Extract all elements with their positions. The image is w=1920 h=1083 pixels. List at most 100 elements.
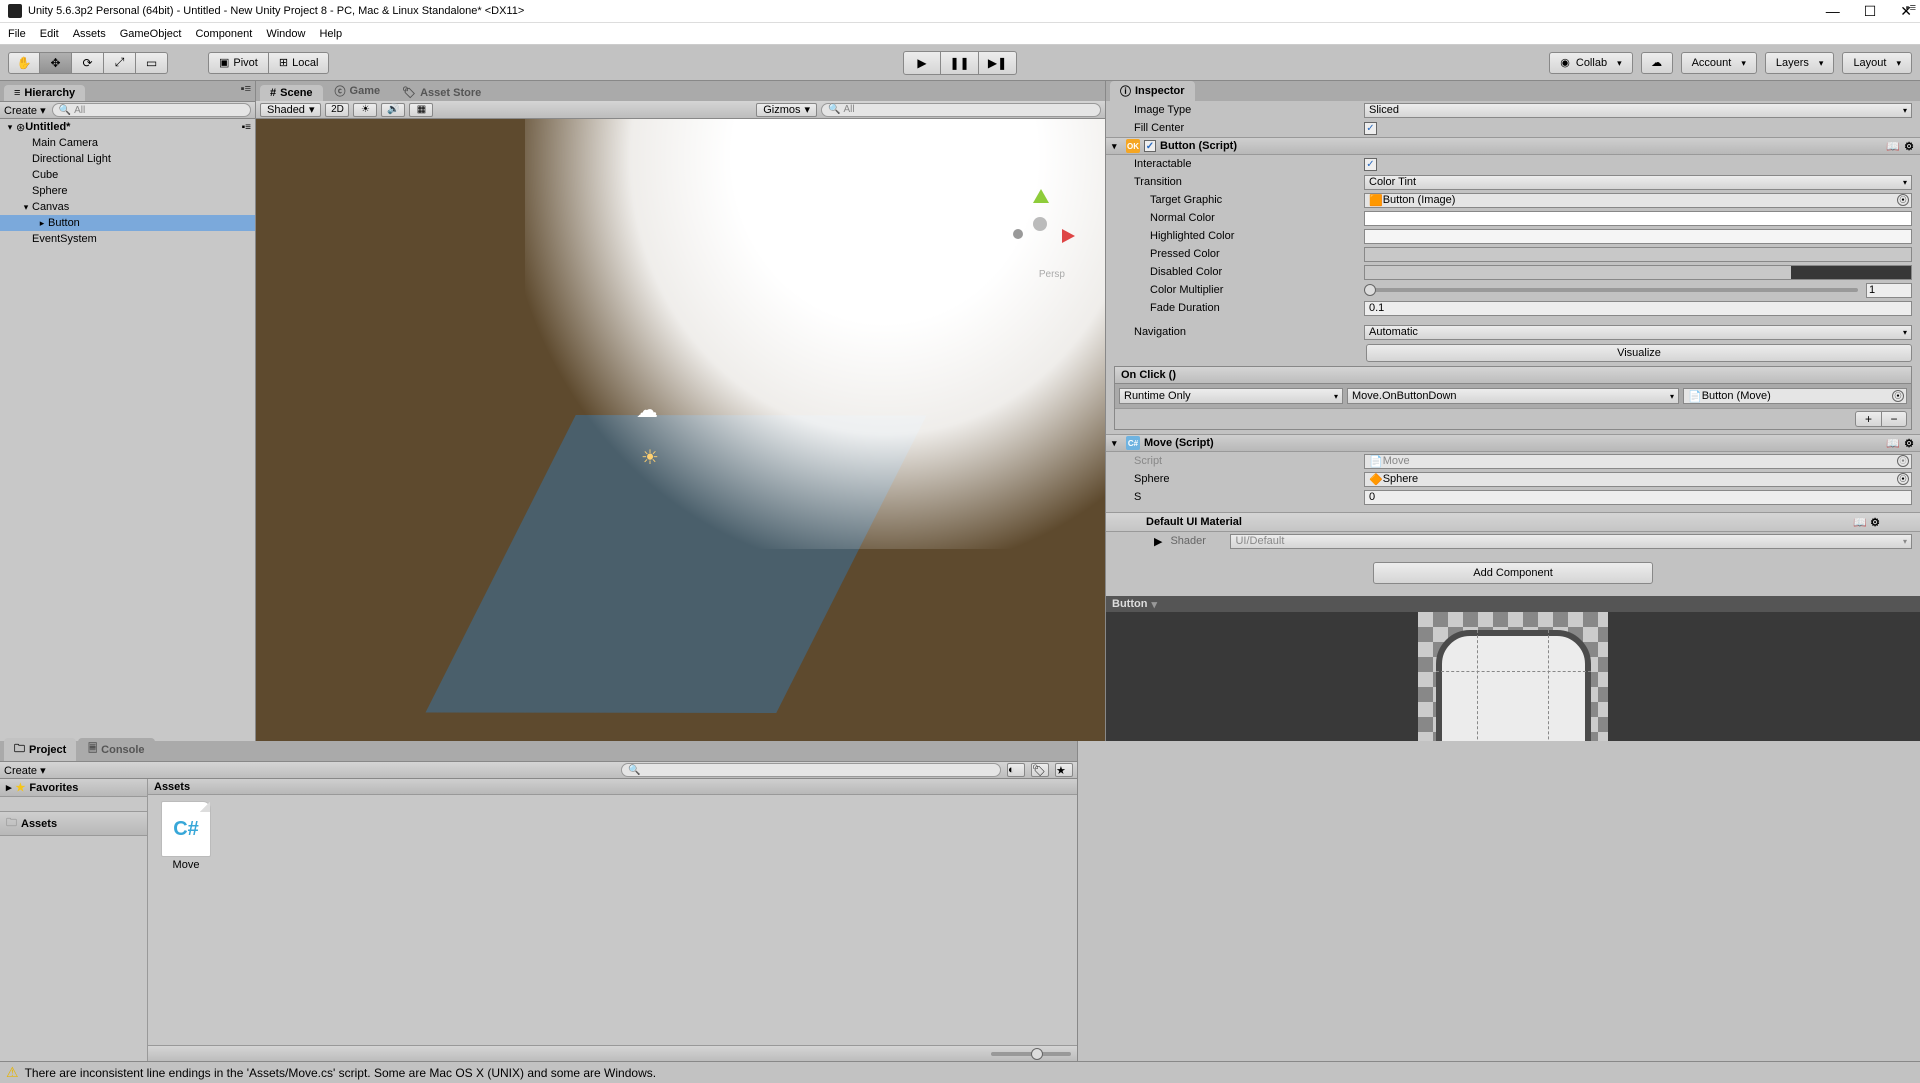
hierarchy-tab[interactable]: ≡ Hierarchy (4, 85, 85, 101)
scene-lighting-toggle[interactable]: ☀ (353, 103, 377, 117)
onclick-object-field[interactable]: 📄 Button (Move)⦿ (1683, 388, 1907, 404)
pivot-button[interactable]: ▣ Pivot (208, 52, 268, 74)
local-button[interactable]: ⊞ Local (268, 52, 330, 74)
material-header[interactable]: Default UI Material 📖 ⚙ (1106, 512, 1920, 532)
gizmo-x-axis-icon (1062, 229, 1075, 243)
component-gear-icon[interactable]: ⚙ (1904, 437, 1914, 450)
normal-color-field[interactable]: ✎ (1364, 211, 1912, 226)
project-zoom-slider[interactable] (991, 1052, 1071, 1056)
fade-duration-input[interactable] (1364, 301, 1912, 316)
move-tool-button[interactable]: ✥ (40, 52, 72, 74)
panel-options-icon[interactable]: ▪≡ (1906, 2, 1916, 14)
project-tab[interactable]: 🗀 Project (4, 738, 76, 761)
menu-file[interactable]: File (8, 28, 26, 40)
button-script-header[interactable]: ▾OK✓ Button (Script) 📖 ⚙ (1106, 137, 1920, 155)
inspector-tab[interactable]: ⓘ Inspector (1110, 81, 1195, 101)
disabled-color-field[interactable]: ✎ (1364, 265, 1912, 280)
project-search-input[interactable]: 🔍 (621, 763, 1001, 777)
hierarchy-item-directional-light[interactable]: Directional Light (0, 151, 255, 167)
scene-gizmos-dropdown[interactable]: Gizmos ▾ (756, 103, 817, 117)
visualize-button[interactable]: Visualize (1366, 344, 1912, 362)
menu-edit[interactable]: Edit (40, 28, 59, 40)
preview-header[interactable]: Button ▾ (1106, 596, 1920, 612)
target-graphic-field[interactable]: 🟧 Button (Image)⦿ (1364, 193, 1912, 208)
image-type-dropdown[interactable]: Sliced (1364, 103, 1912, 118)
project-create-dropdown[interactable]: Create ▾ (4, 764, 46, 777)
collab-dropdown[interactable]: ◉ Collab (1549, 52, 1632, 74)
highlighted-color-field[interactable]: ✎ (1364, 229, 1912, 244)
game-tab[interactable]: ⓒ Game (325, 81, 391, 101)
material-fold-icon[interactable]: ▶ (1154, 535, 1162, 548)
favorites-header[interactable]: ▸★Favorites (0, 779, 147, 797)
rect-tool-button[interactable]: ▭ (136, 52, 168, 74)
transition-dropdown[interactable]: Color Tint (1364, 175, 1912, 190)
rotate-tool-button[interactable]: ⟳ (72, 52, 104, 74)
menu-assets[interactable]: Assets (73, 28, 106, 40)
layers-dropdown[interactable]: Layers (1765, 52, 1835, 74)
hierarchy-list: ▾⊛ Untitled*▪≡ Main Camera Directional L… (0, 119, 255, 741)
console-tab[interactable]: 🗏 Console (78, 738, 154, 761)
color-multiplier-input[interactable] (1866, 283, 1912, 298)
add-component-button[interactable]: Add Component (1373, 562, 1653, 584)
component-help-icon[interactable]: 📖 (1886, 437, 1900, 450)
scene-2d-toggle[interactable]: 2D (325, 103, 349, 117)
minimize-button[interactable]: — (1826, 3, 1840, 20)
onclick-mode-dropdown[interactable]: Runtime Only (1119, 388, 1343, 404)
step-button[interactable]: ▶❚ (979, 51, 1017, 75)
hierarchy-scene-item[interactable]: ▾⊛ Untitled*▪≡ (0, 119, 255, 135)
asset-store-tab[interactable]: 🏷 Asset Store (392, 84, 491, 101)
move-script-header[interactable]: ▾C# Move (Script) 📖 ⚙ (1106, 434, 1920, 452)
hierarchy-search-input[interactable]: 🔍All (52, 103, 251, 117)
interactable-checkbox[interactable]: ✓ (1364, 158, 1377, 171)
navigation-dropdown[interactable]: Automatic (1364, 325, 1912, 340)
scene-search-input[interactable]: 🔍All (821, 103, 1101, 117)
assets-folder[interactable]: 🗀Assets (0, 811, 147, 836)
onclick-remove-button[interactable]: − (1881, 411, 1907, 427)
project-item-move[interactable]: C# Move (154, 801, 218, 871)
hierarchy-item-button[interactable]: ▸Button (0, 215, 255, 231)
onclick-add-button[interactable]: + (1855, 411, 1881, 427)
s-field-input[interactable] (1364, 490, 1912, 505)
pressed-color-field[interactable]: ✎ (1364, 247, 1912, 262)
scene-view[interactable]: ☁ ☀ Persp (256, 119, 1105, 741)
fill-center-checkbox[interactable]: ✓ (1364, 122, 1377, 135)
script-field: 📄 Move⦿ (1364, 454, 1912, 469)
hierarchy-item-sphere[interactable]: Sphere (0, 183, 255, 199)
account-dropdown[interactable]: Account (1681, 52, 1757, 74)
filter-type-icon[interactable]: 🏷 (1031, 763, 1049, 777)
color-multiplier-slider[interactable] (1364, 288, 1858, 292)
project-zoom-slider-bar (148, 1045, 1077, 1061)
scene-orientation-gizmo[interactable] (1005, 189, 1075, 259)
hierarchy-item-cube[interactable]: Cube (0, 167, 255, 183)
pause-button[interactable]: ❚❚ (941, 51, 979, 75)
filter-asset-icon[interactable]: ◐ (1007, 763, 1025, 777)
hierarchy-item-canvas[interactable]: ▾Canvas (0, 199, 255, 215)
hierarchy-item-main-camera[interactable]: Main Camera (0, 135, 255, 151)
scale-tool-button[interactable]: ⤢ (104, 52, 136, 74)
onclick-function-dropdown[interactable]: Move.OnButtonDown (1347, 388, 1679, 404)
play-button[interactable]: ▶ (903, 51, 941, 75)
hierarchy-create-dropdown[interactable]: Create ▾ (4, 104, 46, 117)
filter-save-icon[interactable]: ★ (1055, 763, 1073, 777)
shader-dropdown[interactable]: UI/Default (1230, 534, 1912, 549)
menu-help[interactable]: Help (319, 28, 342, 40)
menu-window[interactable]: Window (266, 28, 305, 40)
scene-shaded-dropdown[interactable]: Shaded ▾ (260, 103, 321, 117)
panel-options-icon[interactable]: ▪≡ (241, 83, 251, 95)
menu-gameobject[interactable]: GameObject (120, 28, 182, 40)
menu-component[interactable]: Component (195, 28, 252, 40)
scene-tab[interactable]: # Scene (260, 85, 323, 101)
sphere-field[interactable]: 🔶 Sphere⦿ (1364, 472, 1912, 487)
component-gear-icon[interactable]: ⚙ (1904, 140, 1914, 153)
hand-tool-button[interactable]: ✋ (8, 52, 40, 74)
component-help-icon[interactable]: 📖 (1886, 140, 1900, 153)
project-path-bar[interactable]: Assets (148, 779, 1077, 795)
scene-area: # Scene ⓒ Game 🏷 Asset Store Shaded ▾ 2D… (256, 81, 1105, 741)
maximize-button[interactable]: ☐ (1864, 3, 1877, 20)
pivot-local-toggle: ▣ Pivot ⊞ Local (208, 52, 329, 74)
scene-audio-toggle[interactable]: 🔊 (381, 103, 405, 117)
layout-dropdown[interactable]: Layout (1842, 52, 1912, 74)
cloud-button[interactable]: ☁ (1641, 52, 1673, 74)
hierarchy-item-eventsystem[interactable]: EventSystem (0, 231, 255, 247)
scene-fx-toggle[interactable]: ▦ (409, 103, 433, 117)
